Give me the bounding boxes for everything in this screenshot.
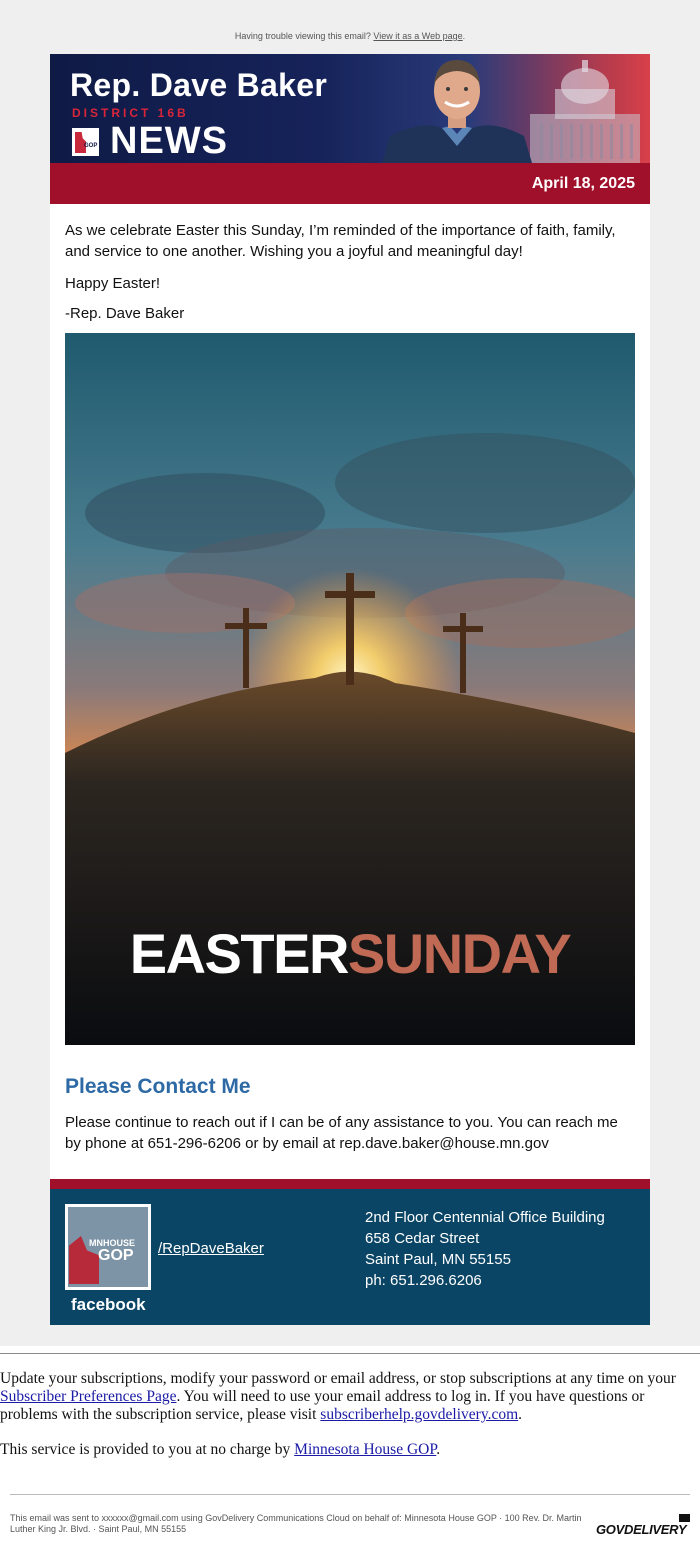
address-line-building: 2nd Floor Centennial Office Building [365, 1209, 605, 1226]
signature-paragraph: -Rep. Dave Baker [65, 305, 185, 322]
govdelivery-logo[interactable]: GOVDELIVERY [596, 1522, 687, 1537]
sunday-word: SUNDAY [347, 922, 572, 985]
easter-sunday-title: EASTERSUNDAY [65, 921, 635, 986]
footer-divider [50, 1179, 650, 1189]
subscriber-help-link[interactable]: subscriberhelp.govdelivery.com [320, 1406, 518, 1423]
logo-gop-text: GOP [98, 1247, 134, 1264]
banner-district: DISTRICT 16B [72, 106, 189, 120]
legal-divider [10, 1494, 690, 1495]
no-charge-notice: This service is provided to you at no ch… [0, 1441, 440, 1459]
trouble-text: Having trouble viewing this email? [234, 31, 371, 41]
address-line-phone: ph: 651.296.6206 [365, 1272, 482, 1289]
subscription-divider [0, 1353, 700, 1354]
easter-word: EASTER [129, 922, 350, 985]
gop-logo-icon: GOP [72, 128, 99, 156]
facebook-label[interactable]: facebook [71, 1295, 146, 1315]
address-line-city: Saint Paul, MN 55155 [365, 1251, 511, 1268]
charge-text: This service is provided to you at no ch… [0, 1441, 295, 1458]
date-band: April 18, 2025 [50, 163, 650, 204]
banner-name: Rep. Dave Baker [70, 67, 328, 103]
office-address: 2nd Floor Centennial Office Building 658… [365, 1207, 605, 1291]
subscription-notice: Update your subscriptions, modify your p… [0, 1370, 700, 1424]
trouble-viewing-line: Having trouble viewing this email? View … [0, 31, 700, 41]
facebook-page-link[interactable]: /RepDaveBaker [158, 1240, 264, 1257]
subscription-text-1: Update your subscriptions, modify your p… [0, 1370, 676, 1387]
subscriber-preferences-link[interactable]: Subscriber Preferences Page [0, 1388, 176, 1405]
subscription-text-3: . [518, 1406, 523, 1423]
legal-footer-text: This email was sent to xxxxxx@gmail.com … [10, 1513, 582, 1534]
envelope-icon [679, 1514, 690, 1522]
trouble-end: . [462, 31, 466, 41]
representative-photo [382, 60, 532, 163]
easter-sunday-image: EASTERSUNDAY [65, 333, 635, 1045]
banner-news: NEWS [110, 120, 228, 162]
contact-paragraph: Please continue to reach out if I can be… [65, 1114, 618, 1152]
email-background: Having trouble viewing this email? View … [0, 0, 700, 1346]
contact-footer: MNHOUSE GOP facebook /RepDaveBaker 2nd F… [50, 1189, 650, 1325]
newsletter-card: Rep. Dave Baker DISTRICT 16B GOP NEWS Ap… [50, 54, 650, 1325]
charge-end: . [436, 1441, 441, 1458]
minnesota-house-gop-link[interactable]: Minnesota House GOP [294, 1441, 436, 1458]
header-banner: Rep. Dave Baker DISTRICT 16B GOP NEWS [50, 54, 650, 163]
mn-house-gop-logo[interactable]: MNHOUSE GOP [65, 1204, 151, 1290]
address-line-street: 658 Cedar Street [365, 1230, 480, 1247]
view-web-page-link[interactable]: View it as a Web page [373, 31, 462, 41]
banner-logo-text: GOP [84, 143, 98, 149]
intro-paragraph: As we celebrate Easter this Sunday, I’m … [65, 222, 616, 260]
greeting-paragraph: Happy Easter! [65, 275, 161, 292]
issue-date: April 18, 2025 [531, 175, 635, 192]
contact-heading: Please Contact Me [65, 1075, 251, 1098]
